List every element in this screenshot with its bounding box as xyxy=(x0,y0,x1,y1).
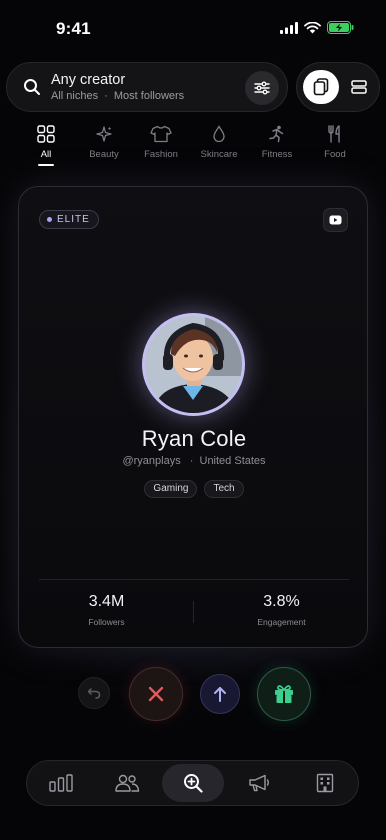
boost-button[interactable] xyxy=(200,674,240,714)
sparkle-icon xyxy=(96,126,112,142)
tag-chip: Tech xyxy=(204,480,244,498)
stat-value: 3.8% xyxy=(263,593,300,610)
gift-button[interactable] xyxy=(257,667,311,721)
sliders-icon xyxy=(254,81,270,95)
close-icon xyxy=(148,686,164,702)
active-tab-indicator xyxy=(38,164,54,166)
users-icon xyxy=(115,774,140,792)
building-icon xyxy=(316,773,334,793)
bar-chart-icon xyxy=(49,774,73,792)
platform-button[interactable] xyxy=(323,208,348,232)
list-icon xyxy=(351,80,367,94)
stat-label: Followers xyxy=(88,617,125,627)
droplet-icon xyxy=(213,125,225,143)
card-actions xyxy=(0,664,386,724)
search-subtitle: All niches · Most followers xyxy=(51,90,184,102)
search-bar[interactable]: Any creator All niches · Most followers xyxy=(6,62,288,112)
sort-filter-value: Most followers xyxy=(113,90,185,102)
undo-icon xyxy=(87,688,101,699)
running-icon xyxy=(269,125,284,143)
nav-creators[interactable] xyxy=(96,764,158,802)
view-toggle xyxy=(296,62,380,112)
youtube-icon xyxy=(329,215,342,225)
search-title: Any creator xyxy=(51,72,126,88)
search-row: Any creator All niches · Most followers xyxy=(6,62,380,114)
separator: · xyxy=(189,455,194,467)
category-tab-skincare[interactable]: Skincare xyxy=(189,122,249,160)
nav-company[interactable] xyxy=(294,764,356,802)
battery-charging-icon xyxy=(327,21,354,34)
creator-name: Ryan Cole xyxy=(141,426,247,451)
list-view-button[interactable] xyxy=(341,70,377,104)
reject-button[interactable] xyxy=(129,667,183,721)
card-divider xyxy=(39,579,349,580)
creator-handle: @ryanplays xyxy=(122,455,181,467)
creator-card[interactable]: ELITE Ryan Cole @ryanplays · United Stat… xyxy=(18,186,368,648)
tshirt-icon xyxy=(150,125,172,143)
nav-campaigns[interactable] xyxy=(228,764,290,802)
arrow-up-icon xyxy=(214,687,226,702)
avatar xyxy=(145,316,242,413)
cards-icon xyxy=(313,78,329,96)
category-label: Beauty xyxy=(89,149,119,160)
undo-button[interactable] xyxy=(78,677,110,709)
creator-location: United States xyxy=(199,455,266,467)
status-icons xyxy=(280,21,354,34)
tag-chip: Gaming xyxy=(144,480,198,498)
wifi-icon xyxy=(304,21,321,33)
followers-stat: 3.4M Followers xyxy=(19,593,194,627)
creator-tags: Gaming Tech xyxy=(19,480,369,498)
search-zoom-icon xyxy=(184,774,203,793)
megaphone-icon xyxy=(249,774,269,792)
category-tab-all[interactable]: All xyxy=(16,122,76,160)
category-label: Fitness xyxy=(261,149,293,160)
badge-dot xyxy=(47,217,52,222)
bottom-nav xyxy=(26,760,359,806)
category-label: Fashion xyxy=(144,149,178,160)
status-bar: 9:41 xyxy=(0,0,386,56)
creator-photo xyxy=(145,316,242,413)
search-icon xyxy=(24,79,40,95)
filter-button[interactable] xyxy=(245,71,279,105)
card-view-button[interactable] xyxy=(303,70,339,104)
signal-icon xyxy=(280,21,298,34)
category-tab-food[interactable]: Food xyxy=(305,122,365,160)
separator: · xyxy=(104,90,108,102)
niche-filter-value: All niches xyxy=(51,90,99,102)
avatar-ring xyxy=(142,313,245,416)
creator-meta: @ryanplays · United States xyxy=(19,455,369,467)
category-tabs: All Beauty Fashion Skincare Fitness Food xyxy=(0,122,386,168)
stat-value: 3.4M xyxy=(88,593,125,610)
category-label: All xyxy=(40,149,52,160)
tier-badge: ELITE xyxy=(39,210,99,229)
category-label: Skincare xyxy=(200,149,238,160)
grid-icon xyxy=(37,125,55,143)
category-tab-fashion[interactable]: Fashion xyxy=(131,122,191,160)
stat-label: Engagement xyxy=(257,617,306,627)
category-tab-beauty[interactable]: Beauty xyxy=(74,122,134,160)
status-time: 9:41 xyxy=(56,19,91,38)
category-tab-fitness[interactable]: Fitness xyxy=(247,122,307,160)
fork-knife-icon xyxy=(328,125,340,143)
tier-label: ELITE xyxy=(57,214,90,225)
nav-analytics[interactable] xyxy=(30,764,92,802)
nav-discover[interactable] xyxy=(162,764,224,802)
category-label: Food xyxy=(324,149,346,160)
gift-icon xyxy=(275,685,293,703)
engagement-stat: 3.8% Engagement xyxy=(194,593,369,627)
